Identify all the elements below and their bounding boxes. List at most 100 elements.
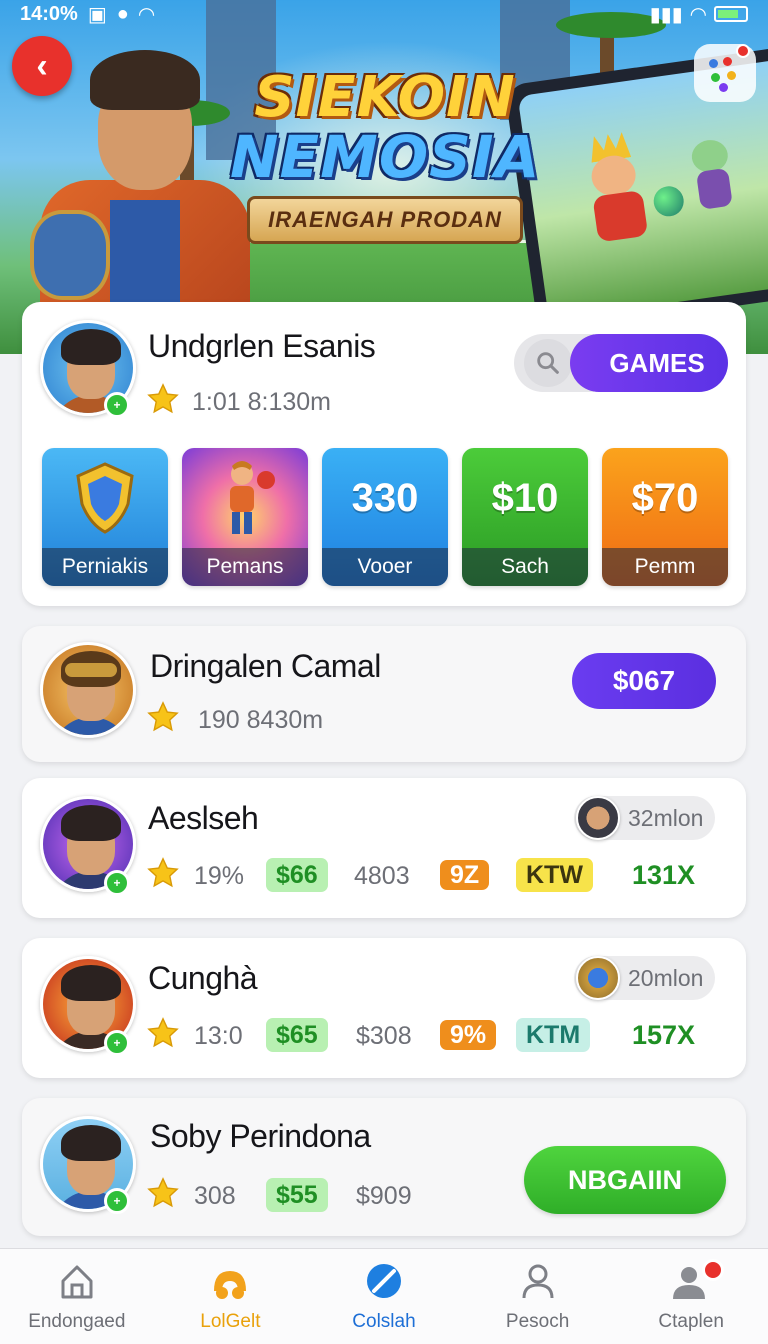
- online-status-icon: +: [104, 392, 130, 418]
- notification-icon: ▣: [87, 3, 107, 26]
- wifi-icon: ◠: [138, 3, 155, 26]
- dice-icon: [705, 53, 745, 93]
- nav-item-home[interactable]: Endongaed: [0, 1249, 154, 1344]
- wifi-icon: ◠: [690, 3, 706, 26]
- player-name: Undgrlen Esanis: [148, 328, 376, 364]
- back-button[interactable]: ‹: [12, 36, 72, 96]
- title-ribbon: IRAENGAH PRODAN: [247, 196, 523, 244]
- player-meta: 13:0: [194, 1022, 243, 1050]
- coins-icon: [214, 1271, 247, 1299]
- player-name: Soby Perindona: [150, 1118, 371, 1154]
- nav-item-profile[interactable]: Ctaplen: [614, 1249, 768, 1344]
- stat-value: 4803: [354, 862, 410, 890]
- player-meta: 19%: [194, 862, 245, 890]
- tile-pemm[interactable]: $70 Pemm: [602, 448, 728, 586]
- search-games-control: GAMES: [514, 334, 728, 392]
- online-status-icon: +: [104, 1030, 130, 1056]
- nav-label: Pesoch: [505, 1311, 570, 1332]
- nav-label: LolGelt: [200, 1311, 261, 1332]
- chip-text: 32mlon: [628, 804, 704, 831]
- status-bar: 14:0% ▣ ● ◠ ▮▮▮ ◠: [0, 0, 768, 28]
- battery-icon: [714, 6, 748, 22]
- reward-pill: $66: [266, 858, 328, 892]
- nav-label: Colslah: [352, 1311, 416, 1332]
- price-button[interactable]: $067: [572, 653, 716, 709]
- title-line-2: NEMOSIA: [230, 123, 541, 191]
- games-button[interactable]: GAMES: [570, 334, 728, 392]
- game-title-logo: SIEKOIN NEMOSIA IRAENGAH PRODAN: [230, 70, 540, 244]
- chip-text: 20mlon: [628, 964, 704, 991]
- player-card[interactable]: + Aeslseh 19% $66 4803 9Z KTW 131X 32mlo…: [22, 778, 746, 918]
- nav-label: Ctaplen: [658, 1311, 724, 1332]
- online-status-icon: +: [104, 1188, 130, 1214]
- player-meta: 308: [194, 1182, 236, 1210]
- tile-label: Pemm: [602, 548, 728, 586]
- multiplier-value: 157X: [632, 1020, 696, 1050]
- star-icon: [147, 857, 179, 888]
- player-card[interactable]: + Cunghà 13:0 $65 $308 9% KTM 157X 20mlo…: [22, 938, 746, 1078]
- home-icon: [61, 1265, 93, 1299]
- player-name: Dringalen Camal: [150, 648, 381, 684]
- search-icon: [537, 352, 559, 374]
- star-icon: [147, 701, 179, 732]
- status-time: 14:0%: [20, 2, 78, 25]
- search-button-knob[interactable]: [524, 339, 572, 387]
- chevron-left-icon: ‹: [36, 46, 48, 85]
- dot-icon: ●: [116, 2, 129, 25]
- stat-value: $308: [356, 1022, 412, 1050]
- nav-item-coins[interactable]: LolGelt: [154, 1249, 308, 1344]
- multiplier-value: 131X: [632, 860, 696, 890]
- avatar: [40, 642, 136, 738]
- player-card-featured[interactable]: + Undgrlen Esanis 1:01 8:130m GAMES Pern…: [22, 302, 746, 606]
- category-tiles: Perniakis Pemans 330 Vooer $10 Sach $70 …: [42, 448, 728, 588]
- online-status-icon: +: [104, 870, 130, 896]
- rank-pill: 9Z: [440, 860, 490, 890]
- nav-item-person[interactable]: Pesoch: [461, 1249, 615, 1344]
- hero-character-illustration: [30, 50, 250, 350]
- badge-icon: [576, 956, 620, 1000]
- player-card[interactable]: + Soby Perindona 308 $55 $909 NBGAIIN: [22, 1098, 746, 1236]
- reward-pill: $65: [266, 1018, 328, 1052]
- star-icon: [147, 1177, 179, 1208]
- tile-perniakis[interactable]: Perniakis: [42, 448, 168, 586]
- tile-value: 330: [351, 476, 419, 520]
- player-icon: [230, 461, 275, 534]
- notification-badge: [701, 1259, 724, 1281]
- views-chip[interactable]: 20mlon: [574, 956, 716, 1000]
- tile-vooer[interactable]: 330 Vooer: [322, 448, 448, 586]
- notification-dot: [736, 44, 750, 58]
- tile-pemans[interactable]: Pemans: [182, 448, 308, 586]
- tile-label: Vooer: [322, 548, 448, 586]
- tag-pill: KTW: [516, 858, 593, 892]
- bottom-nav: Endongaed LolGelt Colslah Pesoch Ctaplen: [0, 1248, 768, 1344]
- shield-icon: [76, 462, 134, 534]
- player-meta: 1:01 8:130m: [192, 388, 331, 416]
- player-meta: 190 8430m: [198, 706, 324, 734]
- tile-label: Perniakis: [42, 548, 168, 586]
- nav-label: Endongaed: [28, 1311, 126, 1332]
- avatar-icon: [576, 796, 620, 840]
- star-icon: [147, 1017, 179, 1048]
- player-name: Cunghà: [148, 960, 258, 996]
- title-line-1: SIEKOIN: [254, 65, 516, 130]
- signal-icon: ▮▮▮: [649, 3, 683, 26]
- nav-item-compass[interactable]: Colslah: [307, 1249, 461, 1344]
- tile-label: Sach: [462, 548, 588, 586]
- views-chip[interactable]: 32mlon: [574, 796, 716, 840]
- tag-pill: KTM: [516, 1018, 591, 1052]
- star-icon: [147, 383, 179, 414]
- reward-pill: $55: [266, 1178, 328, 1212]
- tile-sach[interactable]: $10 Sach: [462, 448, 588, 586]
- action-button[interactable]: NBGAIIN: [524, 1146, 726, 1214]
- hero-banner: SIEKOIN NEMOSIA IRAENGAH PRODAN 14:0% ▣ …: [0, 0, 768, 354]
- player-name: Aeslseh: [148, 800, 259, 836]
- player-card[interactable]: Dringalen Camal 190 8430m $067: [22, 626, 746, 762]
- tile-value: $10: [491, 476, 559, 520]
- tile-value: $70: [631, 476, 699, 520]
- stat-value: $909: [356, 1182, 412, 1210]
- tile-label: Pemans: [182, 548, 308, 586]
- person-icon: [522, 1264, 554, 1299]
- compass-icon: [366, 1264, 401, 1298]
- rank-pill: 9%: [440, 1020, 497, 1050]
- dice-button[interactable]: [694, 44, 756, 102]
